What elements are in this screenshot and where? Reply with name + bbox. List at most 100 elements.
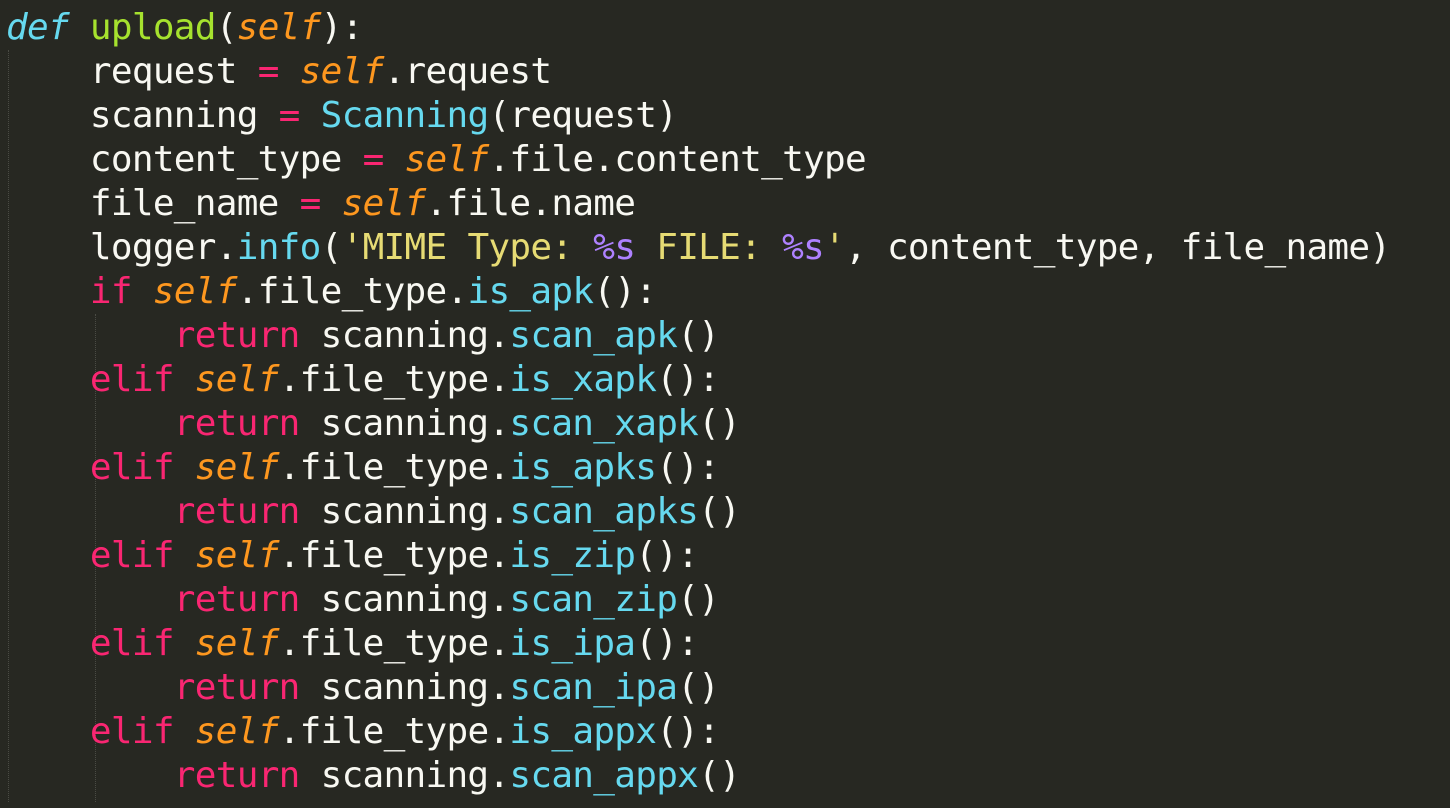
code-token-string: ': [824, 227, 846, 268]
code-token: ():: [635, 623, 699, 664]
code-token-keyword: return: [173, 403, 301, 444]
code-token-support: info: [236, 227, 322, 268]
code-token-support: is_appx: [509, 711, 657, 752]
code-token: (): [677, 315, 720, 356]
code-token: (: [320, 227, 343, 268]
code-token: ():: [656, 359, 720, 400]
code-token: ():: [656, 447, 720, 488]
code-line: return scanning.scan_appx(): [6, 754, 741, 798]
code-token: scanning: [6, 95, 279, 136]
code-token-function: upload: [89, 7, 217, 48]
code-token-parameter: self: [194, 623, 280, 664]
code-token: .file_type.: [278, 447, 510, 488]
code-token-keyword: return: [173, 667, 301, 708]
code-line: elif self.file_type.is_zip():: [6, 534, 699, 578]
code-token-support: is_xapk: [509, 359, 657, 400]
code-line: elif self.file_type.is_xapk():: [6, 358, 720, 402]
code-token: .file_type.: [278, 623, 510, 664]
code-token-support: scan_apks: [509, 491, 699, 532]
code-token: scanning.: [299, 315, 510, 356]
code-token: scanning.: [299, 403, 510, 444]
code-line: scanning = Scanning(request): [6, 94, 678, 138]
code-line: if self.file_type.is_apk():: [6, 270, 657, 314]
code-token-keyword: elif: [89, 359, 175, 400]
code-line: logger.info('MIME Type: %s FILE: %s', co…: [6, 226, 1391, 270]
code-line: elif self.file_type.is_apks():: [6, 446, 720, 490]
code-token-keyword: elif: [89, 711, 175, 752]
code-token: , content_type, file_name): [845, 227, 1391, 268]
code-token: (): [677, 579, 720, 620]
code-line: return scanning.scan_xapk(): [6, 402, 741, 446]
code-token-support: scan_apk: [509, 315, 678, 356]
code-token-keyword: =: [362, 139, 385, 180]
code-token-support: is_apk: [467, 271, 594, 312]
code-token: (): [677, 667, 720, 708]
code-token: scanning.: [299, 667, 510, 708]
code-token: content_type: [6, 139, 363, 180]
code-token: .file.content_type: [488, 139, 866, 180]
code-line: file_name = self.file.name: [6, 182, 636, 226]
code-token-support: Scanning: [320, 95, 489, 136]
code-token: file_name: [6, 183, 300, 224]
code-token-support: is_zip: [509, 535, 636, 576]
code-token: (): [698, 755, 741, 796]
code-token: request: [6, 51, 258, 92]
code-token-placeholder: %s: [782, 227, 825, 268]
code-token-keyword: return: [173, 755, 301, 796]
code-token-keyword: return: [173, 491, 301, 532]
code-token-support: scan_zip: [509, 579, 678, 620]
code-token-parameter: self: [341, 183, 427, 224]
code-token-keyword: =: [299, 183, 322, 224]
code-token: .file_type.: [236, 271, 468, 312]
code-token-parameter: self: [194, 711, 280, 752]
code-token: ():: [593, 271, 657, 312]
code-token-keyword: if: [89, 271, 133, 312]
code-line: elif self.file_type.is_ipa():: [6, 622, 699, 666]
code-line: return scanning.scan_apk(): [6, 314, 720, 358]
code-token: ):: [320, 7, 364, 48]
code-token-parameter: self: [236, 7, 322, 48]
code-line: return scanning.scan_zip(): [6, 578, 720, 622]
code-token: ():: [635, 535, 699, 576]
code-token-keyword: elif: [89, 447, 175, 488]
code-token-parameter: self: [194, 535, 280, 576]
code-token-storage: def: [6, 7, 70, 48]
code-token-keyword: return: [173, 579, 301, 620]
code-token-keyword: elif: [89, 623, 175, 664]
code-token-support: is_ipa: [509, 623, 636, 664]
code-token-support: scan_xapk: [509, 403, 699, 444]
code-token-placeholder: %s: [593, 227, 636, 268]
code-token: scanning.: [299, 755, 510, 796]
code-token-parameter: self: [404, 139, 490, 180]
code-token-string: 'MIME Type:: [341, 227, 594, 268]
code-token: ():: [656, 711, 720, 752]
code-token: .request: [383, 51, 552, 92]
code-line: return scanning.scan_ipa(): [6, 666, 720, 710]
code-token: (): [698, 403, 741, 444]
code-token: .file_type.: [278, 711, 510, 752]
code-editor[interactable]: def upload(self): request = self.request…: [0, 0, 1450, 808]
code-token-keyword: elif: [89, 535, 175, 576]
code-token-parameter: self: [194, 447, 280, 488]
code-token: (: [215, 7, 238, 48]
code-token: scanning.: [299, 579, 510, 620]
code-token-parameter: self: [194, 359, 280, 400]
